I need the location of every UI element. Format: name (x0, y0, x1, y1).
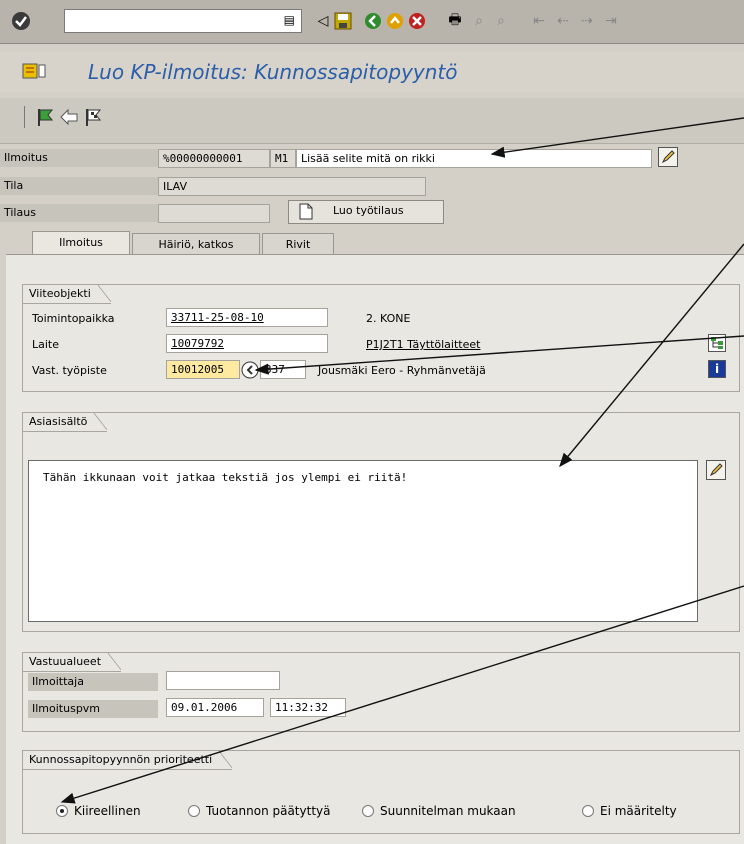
save-icon[interactable] (332, 10, 354, 32)
search-help-icon[interactable] (241, 361, 259, 379)
page-title: Luo KP-ilmoitus: Kunnossapitopyyntö (88, 60, 458, 84)
ilmoituspvm-time[interactable]: 11:32:32 (270, 698, 346, 717)
info-icon[interactable]: i (708, 360, 726, 378)
radio-icon[interactable] (362, 805, 374, 817)
find-next-icon[interactable]: ⌕ (490, 10, 512, 32)
long-text-editor[interactable]: Tähän ikkunaan voit jatkaa tekstiä jos y… (28, 460, 698, 622)
tab-hairio-katkos[interactable]: Häiriö, katkos (132, 233, 260, 255)
priority-ei-maaritelty[interactable]: Ei määritelty (582, 804, 677, 818)
vastuualueet-group: Vastuualueet (22, 652, 740, 732)
check-icon[interactable] (10, 10, 32, 32)
find-icon[interactable]: ⌕ (468, 10, 490, 32)
prioriteetti-title: Kunnossapitopyynnön prioriteetti (22, 750, 233, 770)
tilaus-label: Tilaus (0, 204, 159, 222)
next-page-icon[interactable]: ⇢ (576, 10, 598, 32)
laite-field[interactable]: 10079792 (166, 334, 328, 353)
priority-tuotannon-paatyttya[interactable]: Tuotannon päätyttyä (188, 804, 330, 818)
cancel-icon[interactable] (406, 10, 428, 32)
ilmoitus-label: Ilmoitus (0, 149, 159, 167)
laite-label: Laite (32, 338, 60, 351)
ilmoituspvm-date[interactable]: 09.01.2006 (166, 698, 264, 717)
prev-page-icon[interactable]: ⇠ (552, 10, 574, 32)
application-toolbar (0, 98, 744, 144)
tilaus-value (158, 204, 270, 223)
back-icon[interactable]: ◁ (312, 10, 334, 32)
luo-tyotilaus-button[interactable]: Luo työtilaus (288, 200, 444, 224)
toimintopaikka-label: Toimintopaikka (32, 312, 115, 325)
document-icon (299, 203, 313, 227)
priority-suunnitelman-mukaan[interactable]: Suunnitelman mukaan (362, 804, 516, 818)
command-field[interactable]: ▤ (64, 9, 302, 33)
priority-kiireellinen[interactable]: Kiireellinen (56, 804, 141, 818)
toimintopaikka-desc: 2. KONE (366, 312, 411, 325)
ilmoitus-number: %00000000001 (158, 149, 270, 168)
flag-green-icon[interactable] (34, 106, 56, 128)
edit-long-text-icon[interactable] (658, 147, 678, 167)
print-icon[interactable]: 🖶 (444, 10, 466, 32)
toimintopaikka-field[interactable]: 33711-25-08-10 (166, 308, 328, 327)
radio-icon[interactable] (582, 805, 594, 817)
nav-exit-icon[interactable] (384, 10, 406, 32)
undo-icon[interactable] (58, 106, 80, 128)
system-toolbar: ▤ ◁ 🖶 ⌕ ⌕ ⇤ ⇠ ⇢ ⇥ (0, 0, 744, 44)
enter-icon[interactable]: ▤ (284, 13, 295, 27)
edit-text-icon[interactable] (706, 460, 726, 480)
first-page-icon[interactable]: ⇤ (528, 10, 550, 32)
vast-tyopiste-plant[interactable]: 337 (260, 360, 306, 379)
prioriteetti-group: Kunnossapitopyynnön prioriteetti (22, 750, 740, 834)
ilmoitus-short-text[interactable]: Lisää selite mitä on rikki (296, 149, 652, 168)
nav-back-icon[interactable] (362, 10, 384, 32)
vast-tyopiste-field[interactable]: 10012005 (166, 360, 240, 379)
tab-rivit[interactable]: Rivit (262, 233, 334, 255)
ilmoituspvm-label: Ilmoituspvm (28, 700, 158, 718)
ilmoittaja-label: Ilmoittaja (28, 673, 158, 691)
tab-ilmoitus[interactable]: Ilmoitus (32, 231, 130, 255)
asiasisalto-title: Asiasisältö (22, 412, 108, 432)
radio-icon[interactable] (188, 805, 200, 817)
app-menu-icon[interactable] (22, 62, 46, 82)
ilmoitus-type: M1 (270, 149, 296, 168)
last-page-icon[interactable]: ⇥ (600, 10, 622, 32)
vast-tyopiste-label: Vast. työpiste (32, 364, 107, 377)
hierarchy-icon[interactable] (708, 334, 726, 352)
vastuualueet-title: Vastuualueet (22, 652, 122, 672)
viiteobjekti-title: Viiteobjekti (22, 284, 111, 304)
flag-finish-icon[interactable] (82, 106, 104, 128)
tila-value: ILAV (158, 177, 426, 196)
vast-tyopiste-desc: Jousmäki Eero - Ryhmänvetäjä (318, 364, 486, 377)
radio-selected-icon[interactable] (56, 805, 68, 817)
ilmoittaja-field[interactable] (166, 671, 280, 690)
laite-desc: P1J2T1 Täyttölaitteet (366, 338, 481, 351)
tila-label: Tila (0, 177, 159, 195)
